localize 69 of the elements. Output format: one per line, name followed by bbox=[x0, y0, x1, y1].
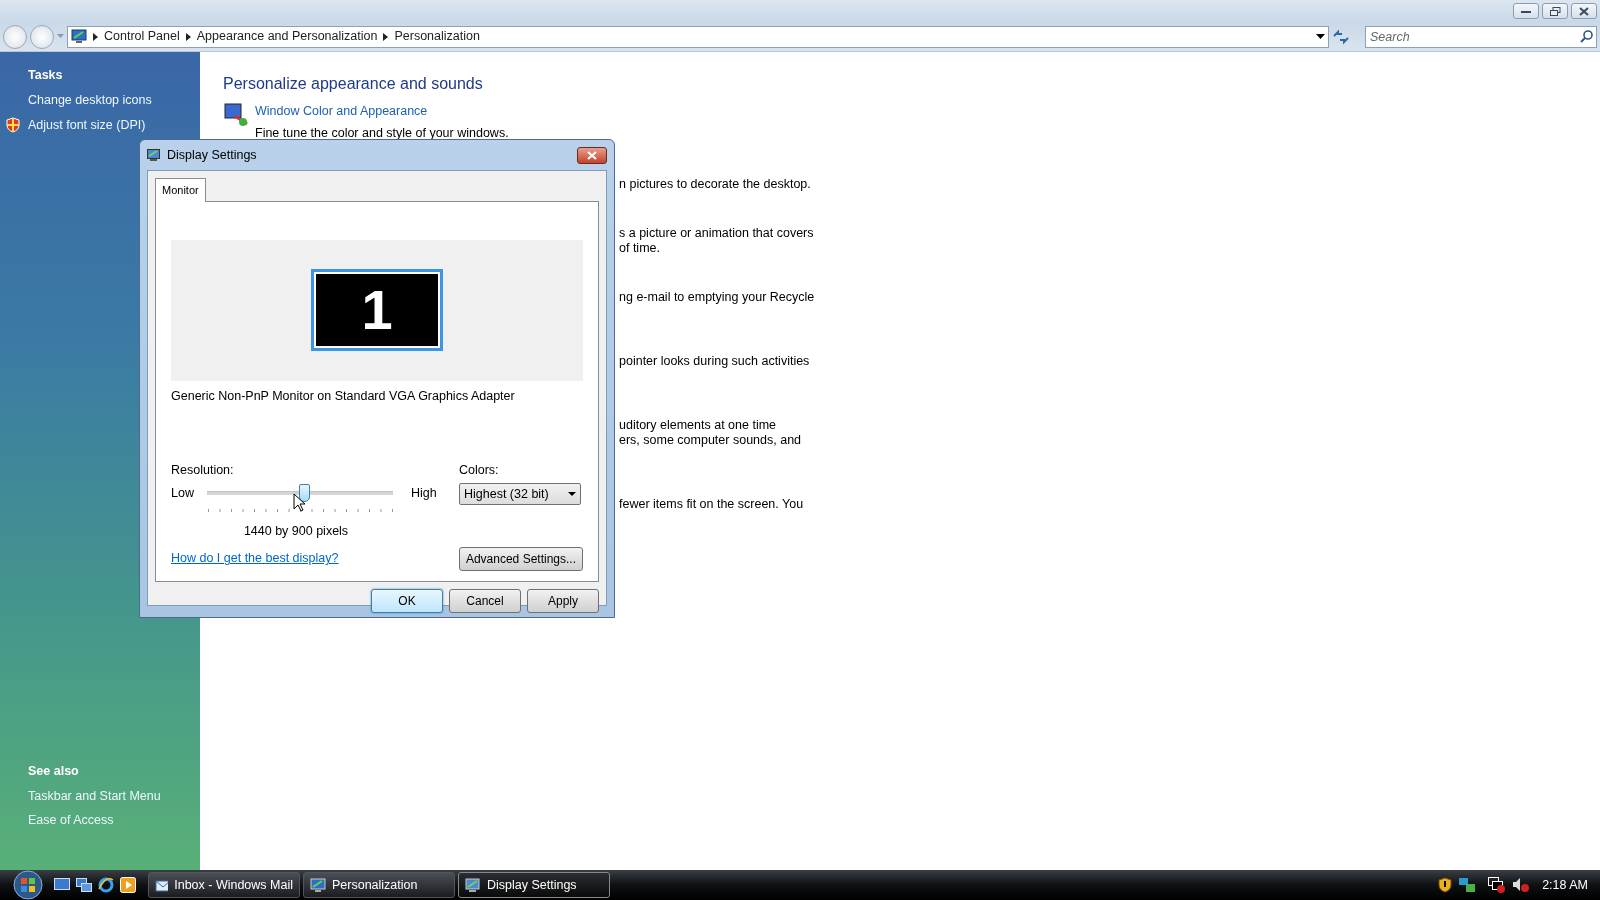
sidebar-link[interactable]: Change desktop icons bbox=[28, 90, 152, 110]
address-bar[interactable]: Control Panel Appearance and Personalization Personalization bbox=[67, 25, 1329, 48]
clock[interactable]: 2:18 AM bbox=[1542, 875, 1588, 895]
description-text: ers, some computer sounds, and bbox=[619, 432, 803, 448]
caret-icon bbox=[568, 492, 576, 496]
advanced-settings-button[interactable]: Advanced Settings... bbox=[458, 546, 583, 571]
item-link[interactable]: Window Color and Appearance bbox=[255, 102, 509, 121]
description-text: n pictures to decorate the desktop. bbox=[619, 176, 812, 192]
sidebar-link[interactable]: Adjust font size (DPI) bbox=[28, 115, 146, 135]
paint-icon bbox=[223, 102, 249, 128]
network-icon[interactable] bbox=[1458, 877, 1477, 893]
colors-dropdown[interactable]: Highest (32 bit) bbox=[459, 483, 581, 505]
close-button[interactable] bbox=[1571, 3, 1597, 19]
display-icon bbox=[147, 148, 161, 162]
shield-icon bbox=[6, 116, 20, 133]
close-button[interactable] bbox=[577, 146, 607, 164]
dialog-button[interactable]: Cancel bbox=[449, 588, 521, 613]
description-text: fewer items fit on the screen. You bbox=[619, 496, 805, 512]
page-heading: Personalize appearance and sounds bbox=[223, 74, 484, 94]
resolution-label: Resolution: bbox=[171, 462, 235, 480]
chevron-icon[interactable] bbox=[185, 32, 191, 41]
mail-icon bbox=[155, 877, 169, 893]
description-text: ng e-mail to emptying your Recycle bbox=[619, 289, 816, 305]
restore-button[interactable] bbox=[1542, 3, 1568, 19]
network-disconnected-icon[interactable] bbox=[1488, 877, 1507, 893]
monitor-tile[interactable]: 1 bbox=[311, 269, 443, 351]
monitor-name: Generic Non-PnP Monitor on Standard VGA Graphics Adapter bbox=[171, 387, 516, 405]
description-text: of time. bbox=[619, 240, 661, 256]
minimize-button[interactable] bbox=[1513, 3, 1539, 19]
search-field[interactable]: Search bbox=[1365, 25, 1597, 48]
section-heading: Tasks bbox=[28, 67, 64, 84]
minimize-icon bbox=[1521, 8, 1531, 14]
chevron-icon[interactable] bbox=[93, 32, 98, 41]
switch-windows-icon[interactable] bbox=[76, 878, 92, 892]
close-icon bbox=[587, 150, 597, 160]
item-description: Fine tune the color and style of your windows. bbox=[255, 124, 509, 142]
monitor-icon bbox=[465, 877, 481, 893]
description-text: pointer looks during such activities bbox=[619, 353, 811, 369]
description-text: uditory elements at one time bbox=[619, 417, 778, 433]
chevron-icon[interactable] bbox=[383, 32, 389, 41]
speaker-muted-icon[interactable] bbox=[1512, 877, 1531, 893]
tab[interactable]: Monitor bbox=[155, 178, 206, 202]
dialog-title: Display Settings bbox=[167, 146, 257, 164]
breadcrumb-link[interactable]: Personalization bbox=[394, 27, 480, 46]
taskbar-button[interactable]: Inbox - Windows Mail bbox=[148, 872, 300, 898]
dialog-button[interactable]: Apply bbox=[527, 588, 599, 613]
address-dropdown-icon[interactable] bbox=[1316, 34, 1325, 39]
show-desktop-icon[interactable] bbox=[54, 878, 70, 892]
description-text: s a picture or animation that covers bbox=[619, 225, 815, 241]
colors-label: Colors: bbox=[459, 462, 500, 480]
taskbar-button[interactable]: Personalization bbox=[303, 872, 455, 898]
help-link[interactable]: How do I get the best display? bbox=[171, 549, 339, 569]
restore-icon bbox=[1549, 6, 1561, 16]
control-panel-icon bbox=[71, 29, 87, 44]
monitor-icon bbox=[310, 877, 326, 893]
resolution-value: 1440 by 900 pixels bbox=[243, 523, 349, 540]
security-shield-icon[interactable] bbox=[1438, 877, 1453, 893]
breadcrumb-link[interactable]: Appearance and Personalization bbox=[196, 27, 378, 46]
search-icon bbox=[1580, 29, 1593, 43]
close-icon bbox=[1579, 6, 1589, 16]
low-label: Low bbox=[171, 484, 195, 502]
breadcrumb-link[interactable]: Control Panel bbox=[104, 27, 180, 46]
refresh-icon[interactable] bbox=[1332, 28, 1350, 45]
high-label: High bbox=[411, 484, 437, 502]
taskbar-button[interactable]: Display Settings bbox=[458, 872, 610, 898]
mouse-pointer-icon bbox=[293, 493, 305, 512]
dialog-button[interactable]: OK bbox=[371, 588, 443, 613]
browser-icon[interactable] bbox=[98, 877, 114, 893]
section-heading: See also bbox=[28, 762, 80, 780]
